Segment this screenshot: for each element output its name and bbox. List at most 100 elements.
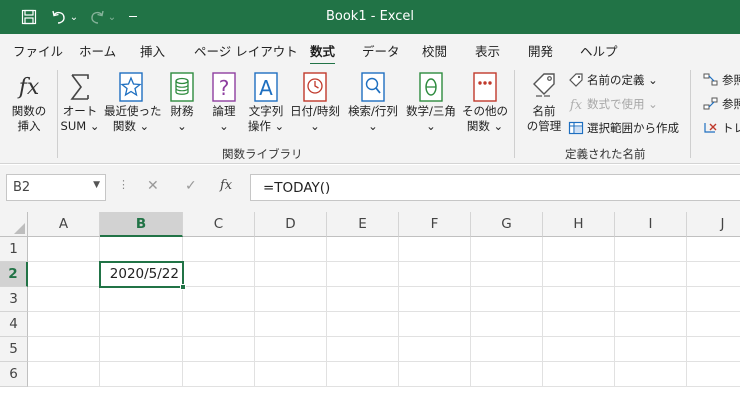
cell-b5[interactable] [100,337,183,362]
cell-i2[interactable] [615,262,687,287]
define-name-button[interactable]: 名前の定義 ⌄ [568,70,658,90]
column-header-b[interactable]: B [100,212,183,237]
cell-g5[interactable] [471,337,543,362]
cell-d3[interactable] [255,287,327,312]
cell-c5[interactable] [183,337,255,362]
cancel-entry-button[interactable]: ✕ [147,178,159,194]
row-header-6[interactable]: 6 [0,362,28,387]
cell-a1[interactable] [28,237,100,262]
trace-dependents-button[interactable]: 参照 [703,94,740,114]
select-all-button[interactable] [0,212,28,237]
name-box[interactable]: B2 ▼ [6,174,106,201]
cell-j2[interactable] [687,262,740,287]
date-time-button[interactable]: 日付/時刻 ⌄ [288,68,342,140]
column-header-i[interactable]: I [615,212,687,237]
cell-h2[interactable] [543,262,615,287]
tab-page-layout[interactable]: ページ レイアウト [194,41,298,60]
cell-i5[interactable] [615,337,687,362]
cell-e5[interactable] [327,337,399,362]
more-functions-button[interactable]: その他の 関数 ⌄ [458,68,512,140]
insert-function-fx-button[interactable]: fx [220,178,232,193]
cell-c6[interactable] [183,362,255,387]
tab-home[interactable]: ホーム [79,41,116,60]
insert-function-button[interactable]: fx 関数の 挿入 [2,68,56,140]
cell-a2[interactable] [28,262,100,287]
cell-d6[interactable] [255,362,327,387]
trace-precedents-button[interactable]: 参照 [703,70,740,90]
cell-d5[interactable] [255,337,327,362]
use-in-formula-button[interactable]: fx 数式で使用 ⌄ [568,94,658,114]
cell-f3[interactable] [399,287,471,312]
column-header-c[interactable]: C [183,212,255,237]
cell-i4[interactable] [615,312,687,337]
cell-g3[interactable] [471,287,543,312]
math-trig-button[interactable]: 数学/三角 ⌄ [404,68,458,140]
worksheet-grid[interactable]: A B C D E F G H I J 1 2 3 4 5 6 2020/5/2… [0,212,740,400]
cell-i1[interactable] [615,237,687,262]
cell-a5[interactable] [28,337,100,362]
cell-a4[interactable] [28,312,100,337]
formula-input[interactable]: =TODAY() [250,174,740,201]
cell-d1[interactable] [255,237,327,262]
name-box-dropdown[interactable]: ▼ [93,180,100,190]
cell-j3[interactable] [687,287,740,312]
cell-h1[interactable] [543,237,615,262]
cell-c4[interactable] [183,312,255,337]
column-header-g[interactable]: G [471,212,543,237]
cell-f1[interactable] [399,237,471,262]
cell-a6[interactable] [28,362,100,387]
autosum-button[interactable]: オート SUM ⌄ [53,68,107,140]
cell-b1[interactable] [100,237,183,262]
cell-i6[interactable] [615,362,687,387]
cell-g6[interactable] [471,362,543,387]
cell-i3[interactable] [615,287,687,312]
cell-d2[interactable] [255,262,327,287]
lookup-reference-button[interactable]: 検索/行列 ⌄ [346,68,400,140]
confirm-entry-button[interactable]: ✓ [185,178,197,194]
cell-b3[interactable] [100,287,183,312]
cell-h4[interactable] [543,312,615,337]
fill-handle[interactable] [180,284,186,290]
name-manager-button[interactable]: 名前 の管理 [517,68,571,140]
cell-b6[interactable] [100,362,183,387]
tab-view[interactable]: 表示 [475,41,500,60]
column-header-j[interactable]: J [687,212,740,237]
cell-f5[interactable] [399,337,471,362]
tab-help[interactable]: ヘルプ [580,41,618,60]
cell-h5[interactable] [543,337,615,362]
cell-e2[interactable] [327,262,399,287]
row-header-1[interactable]: 1 [0,237,28,262]
cell-c2[interactable] [183,262,255,287]
cell-e6[interactable] [327,362,399,387]
create-from-selection-button[interactable]: 選択範囲から作成 [568,118,679,138]
cell-f6[interactable] [399,362,471,387]
column-header-e[interactable]: E [327,212,399,237]
cell-j6[interactable] [687,362,740,387]
column-header-f[interactable]: F [399,212,471,237]
column-header-h[interactable]: H [543,212,615,237]
cell-f4[interactable] [399,312,471,337]
cell-a3[interactable] [28,287,100,312]
cell-f2[interactable] [399,262,471,287]
cell-c3[interactable] [183,287,255,312]
text-functions-button[interactable]: A 文字列 操作 ⌄ [239,68,293,140]
column-header-a[interactable]: A [28,212,100,237]
tab-review[interactable]: 校閲 [422,41,447,60]
cell-h6[interactable] [543,362,615,387]
column-header-d[interactable]: D [255,212,327,237]
cell-d4[interactable] [255,312,327,337]
row-header-3[interactable]: 3 [0,287,28,312]
cell-c1[interactable] [183,237,255,262]
row-header-5[interactable]: 5 [0,337,28,362]
tab-developer[interactable]: 開発 [528,41,553,60]
cell-j1[interactable] [687,237,740,262]
cell-j4[interactable] [687,312,740,337]
cell-g4[interactable] [471,312,543,337]
tab-formulas[interactable]: 数式 [310,41,336,66]
tab-file[interactable]: ファイル [13,41,63,60]
row-header-4[interactable]: 4 [0,312,28,337]
recently-used-button[interactable]: 最近使った 関数 ⌄ [104,68,162,140]
tab-data[interactable]: データ [362,41,400,60]
cell-e4[interactable] [327,312,399,337]
tab-insert[interactable]: 挿入 [140,41,165,60]
